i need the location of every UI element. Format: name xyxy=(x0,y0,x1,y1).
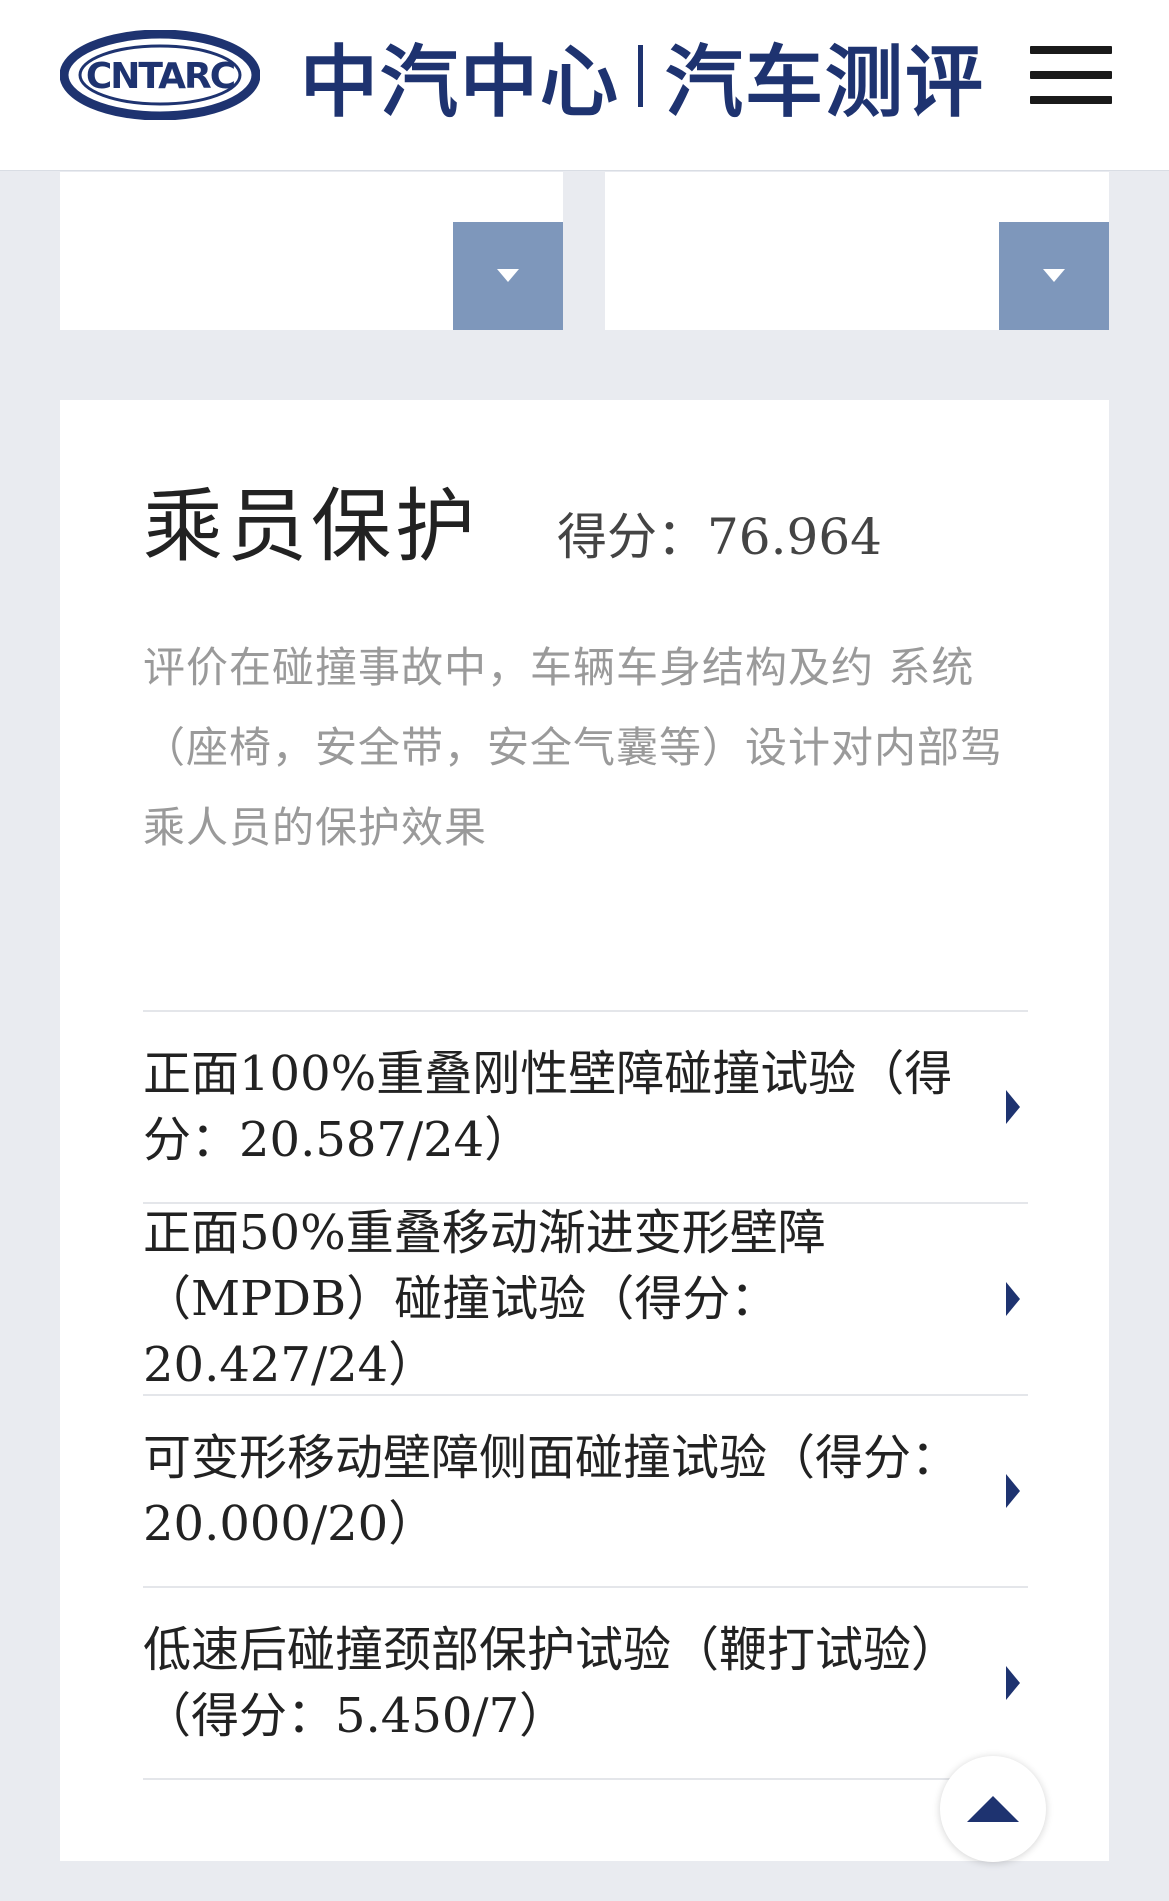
chevron-right-icon xyxy=(1006,1474,1020,1508)
section-header: 乘员保护 得分： 76.964 xyxy=(143,462,882,578)
test-item-label: 正面50%重叠移动渐进变形壁障（MPDB）碰撞试验（得分：20.427/24） xyxy=(143,1205,826,1393)
cntarc-logo[interactable]: CNTARC xyxy=(60,30,260,120)
chevron-right-icon xyxy=(1006,1282,1020,1316)
filter-selects xyxy=(0,172,1169,330)
occupant-protection-card: 乘员保护 得分： 76.964 评价在碰撞事故中，车辆车身结构及约 系统（座椅，… xyxy=(60,400,1109,1861)
back-to-top-button[interactable] xyxy=(940,1756,1046,1862)
arrow-up-icon xyxy=(967,1796,1019,1822)
brand-site-name: 汽车测评 xyxy=(665,38,986,128)
test-item-frontal-full-overlap[interactable]: 正面100%重叠刚性壁障碰撞试验（得分：20.587/24） xyxy=(143,1012,1028,1204)
brand-center-name: 中汽中心 xyxy=(300,38,621,128)
section-title: 乘员保护 xyxy=(143,480,479,573)
score-label: 得分： xyxy=(557,508,707,566)
section-description: 评价在碰撞事故中，车辆车身结构及约 系统（座椅，安全带，安全气囊等）设计对内部驾… xyxy=(143,643,1004,852)
score-value: 76.964 xyxy=(707,508,882,566)
chevron-right-icon xyxy=(1006,1090,1020,1124)
test-item-label: 可变形移动壁障侧面碰撞试验（得分：20.000/20） xyxy=(143,1430,960,1552)
caret-down-icon xyxy=(497,269,519,282)
hamburger-menu-icon[interactable] xyxy=(1030,46,1112,104)
app-header: CNTARC 中汽中心 汽车测评 xyxy=(0,0,1169,171)
dropdown-button[interactable] xyxy=(453,222,563,330)
test-item-whiplash[interactable]: 低速后碰撞颈部保护试验（鞭打试验）（得分：5.450/7） xyxy=(143,1588,1028,1780)
svg-text:CNTARC: CNTARC xyxy=(86,56,235,97)
test-item-label: 低速后碰撞颈部保护试验（鞭打试验）（得分：5.450/7） xyxy=(143,1622,960,1744)
test-item-label: 正面100%重叠刚性壁障碰撞试验（得分：20.587/24） xyxy=(143,1046,953,1168)
caret-down-icon xyxy=(1043,269,1065,282)
chevron-right-icon xyxy=(1006,1666,1020,1700)
dropdown-button[interactable] xyxy=(999,222,1109,330)
site-brand[interactable]: 中汽中心 汽车测评 xyxy=(300,26,985,128)
filter-select-1[interactable] xyxy=(60,172,563,330)
test-list: 正面100%重叠刚性壁障碰撞试验（得分：20.587/24） 正面50%重叠移动… xyxy=(143,1010,1028,1780)
brand-divider xyxy=(638,45,644,107)
test-item-frontal-mpdb[interactable]: 正面50%重叠移动渐进变形壁障（MPDB）碰撞试验（得分：20.427/24） xyxy=(143,1204,1028,1396)
test-item-side-impact[interactable]: 可变形移动壁障侧面碰撞试验（得分：20.000/20） xyxy=(143,1396,1028,1588)
filter-select-2[interactable] xyxy=(605,172,1109,330)
